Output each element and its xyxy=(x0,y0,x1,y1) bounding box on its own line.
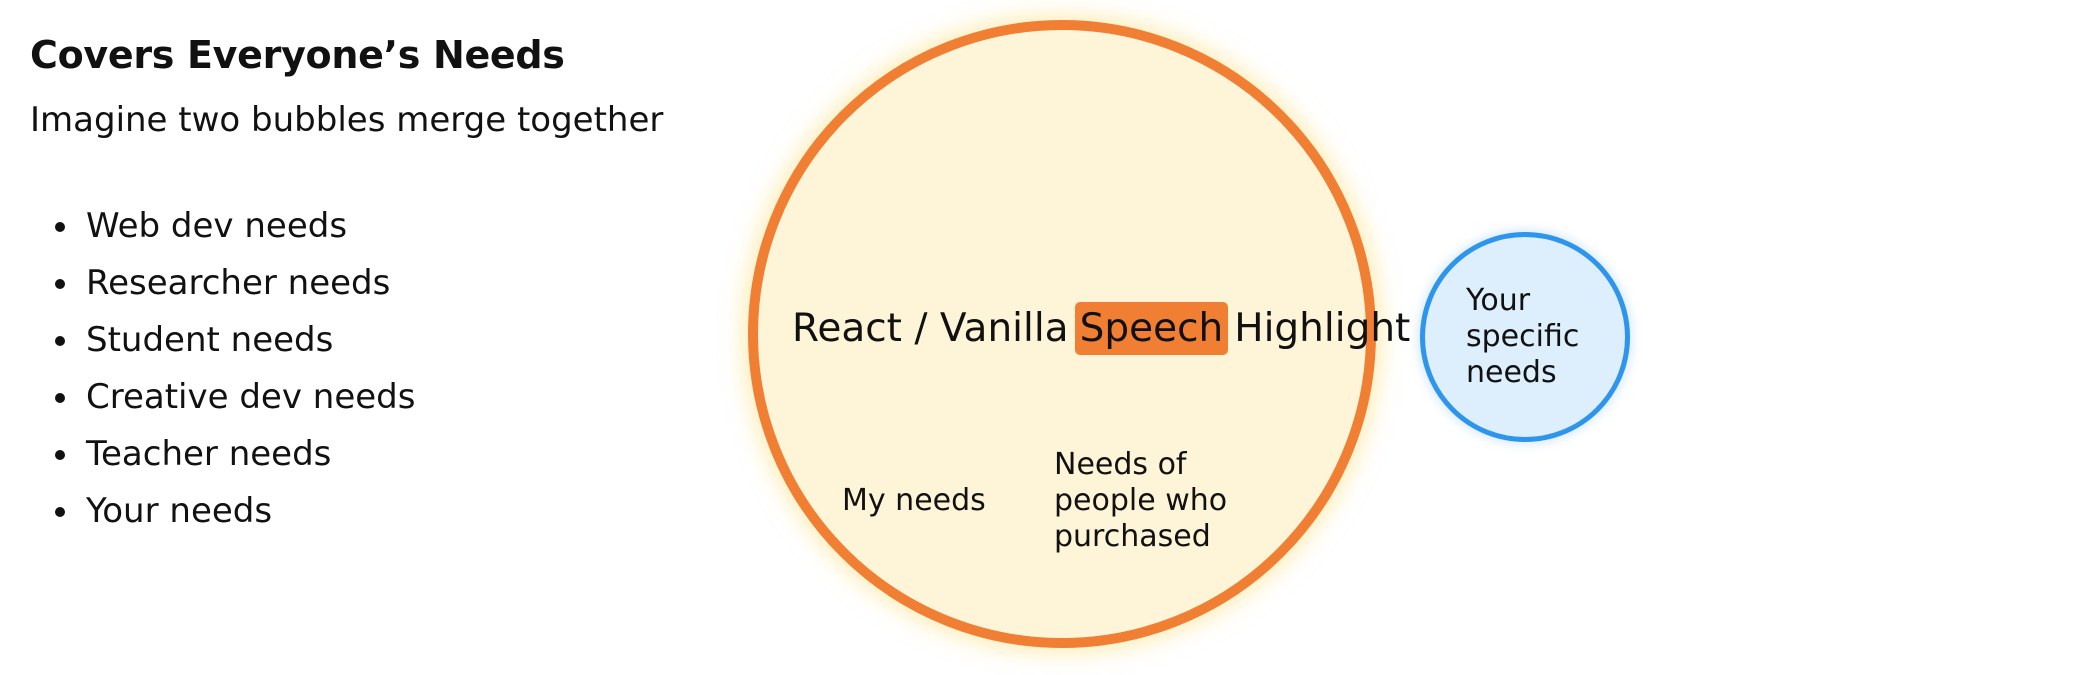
list-item: Your needs xyxy=(82,483,710,540)
needs-list: Web dev needs Researcher needs Student n… xyxy=(30,198,710,540)
purchaser-needs-line: people who xyxy=(1054,483,1228,518)
specific-needs-line: specific xyxy=(1466,319,1580,354)
list-item: Web dev needs xyxy=(82,198,710,255)
specific-needs-label: Your specific needs xyxy=(1466,283,1579,391)
purchaser-needs-label: Needs of people who purchased xyxy=(1054,447,1227,555)
list-item: Creative dev needs xyxy=(82,369,710,426)
headline-prefix: React / Vanilla xyxy=(792,305,1069,351)
purchaser-needs-line: Needs of xyxy=(1054,447,1187,482)
page-title: Covers Everyone’s Needs xyxy=(30,33,565,77)
specific-needs-line: needs xyxy=(1466,355,1557,390)
list-item: Student needs xyxy=(82,312,710,369)
page-subtitle: Imagine two bubbles merge together xyxy=(30,99,664,140)
list-item: Teacher needs xyxy=(82,426,710,483)
my-needs-label: My needs xyxy=(842,483,986,518)
product-headline: React / Vanilla Speech Highlight xyxy=(792,298,1410,358)
specific-needs-line: Your xyxy=(1466,283,1531,318)
intro-panel: Covers Everyone’s Needs Imagine two bubb… xyxy=(30,33,710,540)
list-item: Researcher needs xyxy=(82,255,710,312)
headline-suffix: Highlight xyxy=(1234,305,1411,351)
headline-highlight: Speech xyxy=(1074,301,1229,355)
purchaser-needs-line: purchased xyxy=(1054,519,1211,554)
